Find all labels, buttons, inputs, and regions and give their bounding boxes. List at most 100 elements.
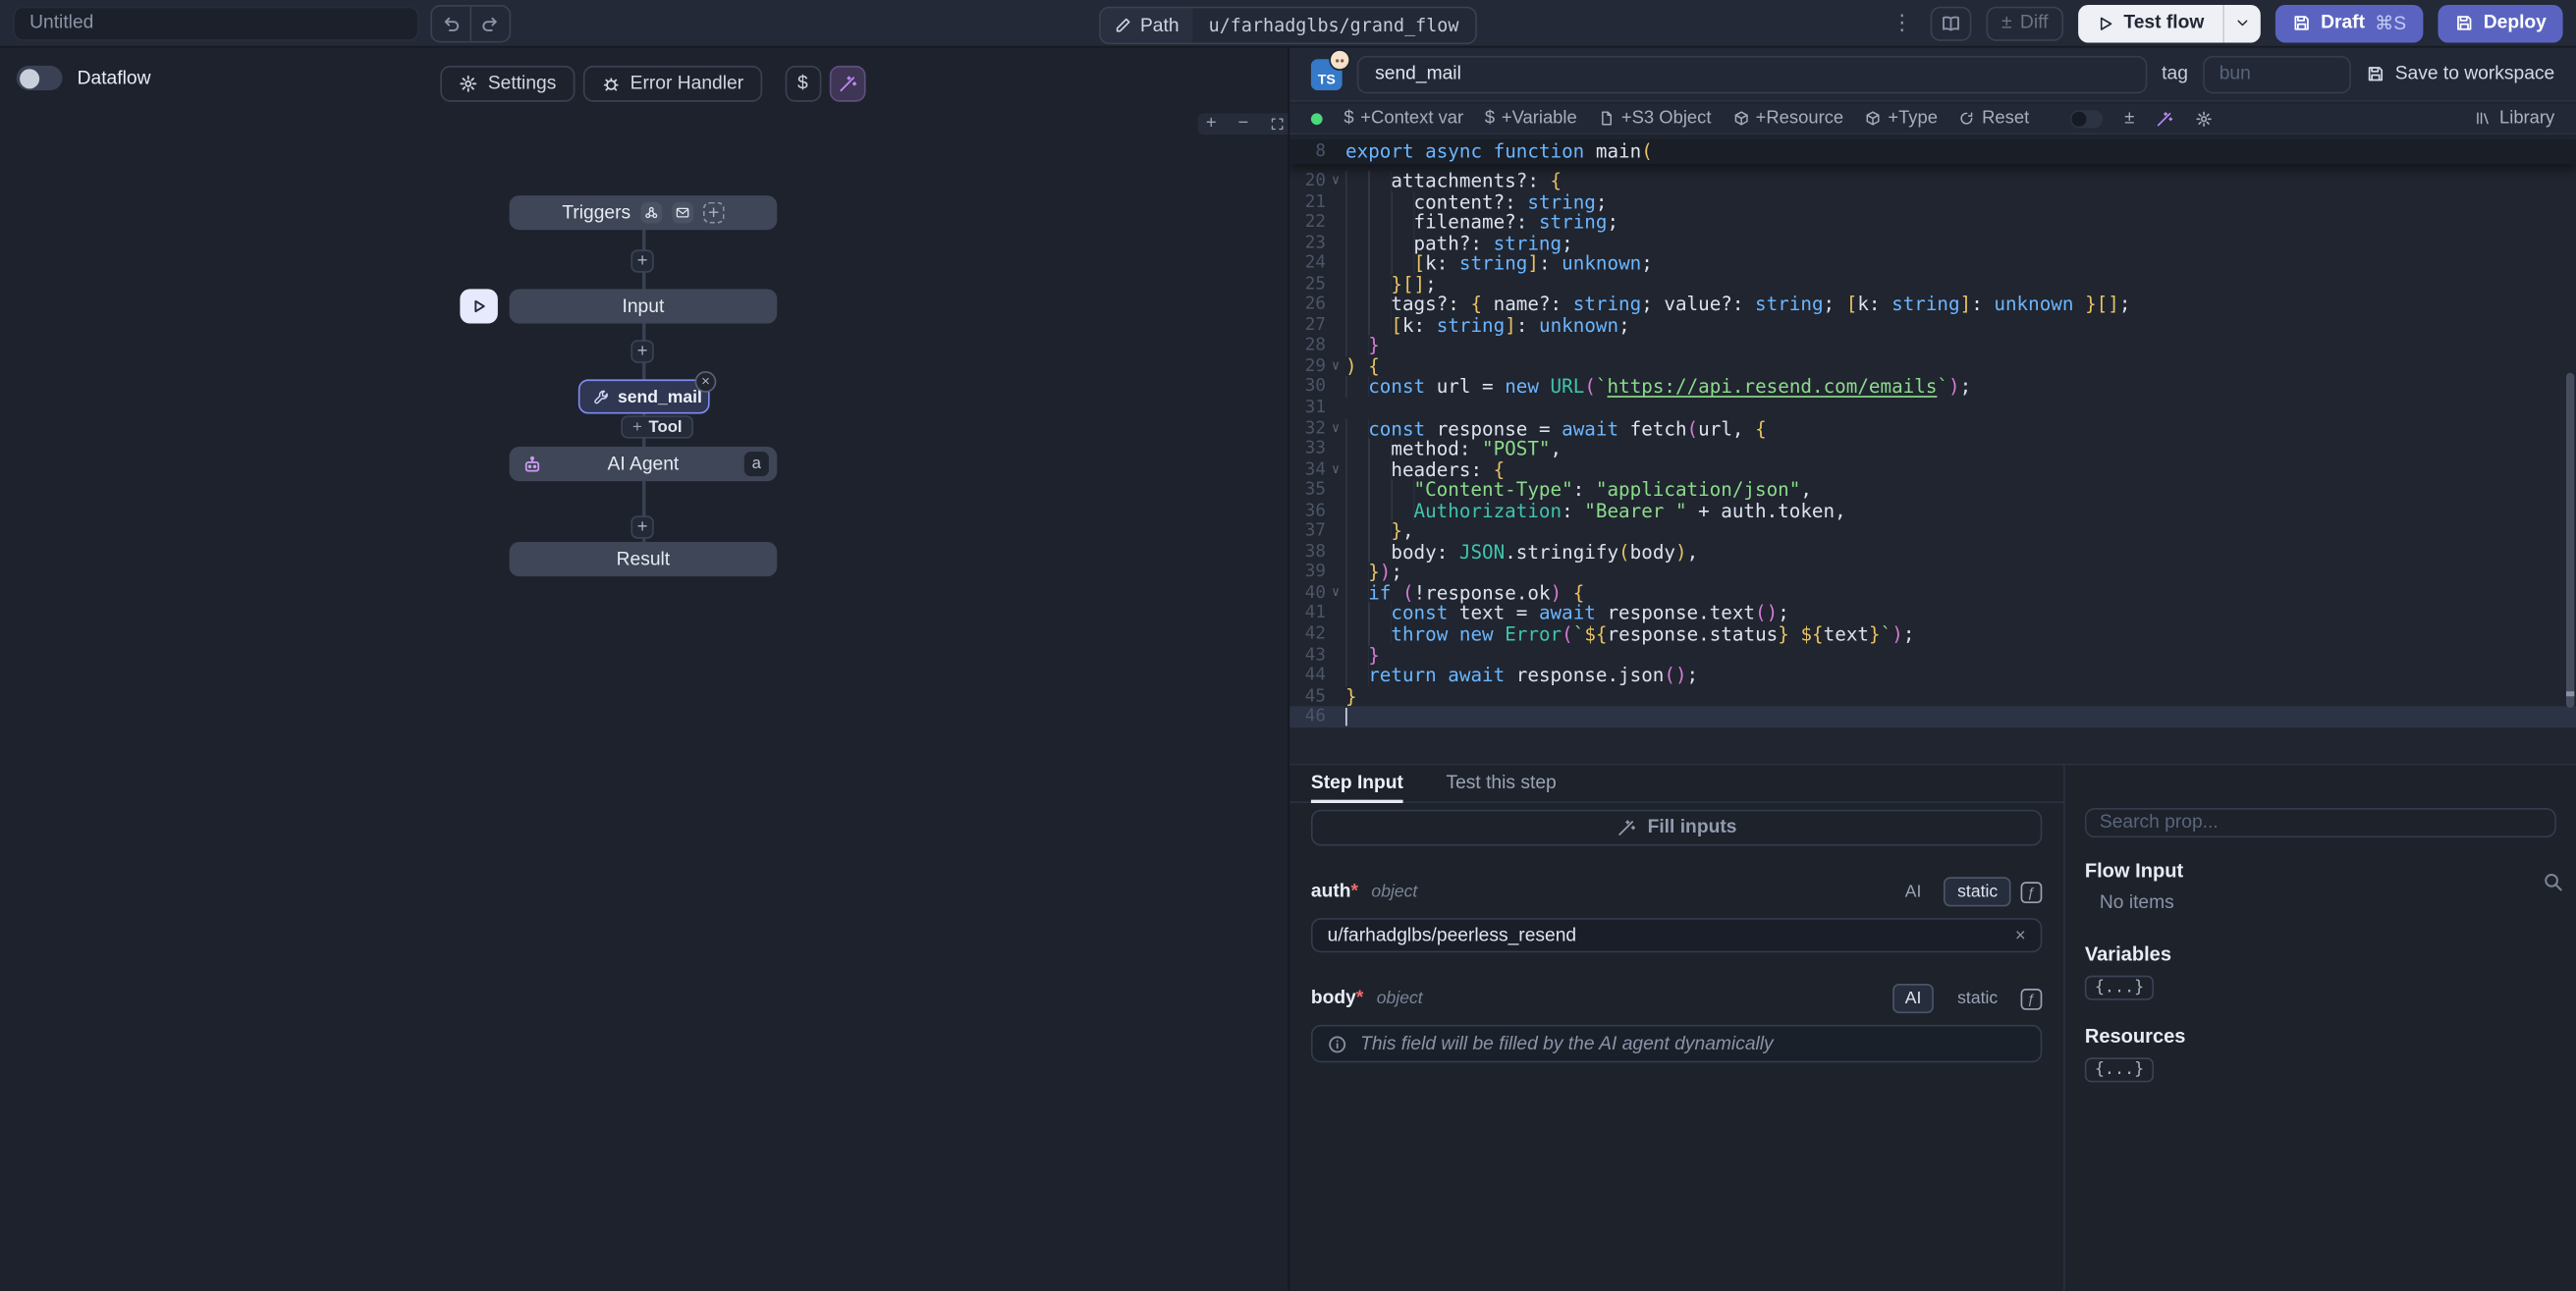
code-line[interactable]: 8export async function main( [1289,139,2576,162]
fold-chevron-icon[interactable]: ∨ [1326,418,1345,439]
input-node[interactable]: Input [510,289,778,323]
zoom-out-button[interactable]: − [1237,115,1248,133]
code-line[interactable]: 45} [1289,686,2576,707]
deploy-button[interactable]: Deploy [2438,4,2563,41]
fit-view-button[interactable] [1270,117,1285,132]
resources-object-chip[interactable]: {...} [2085,1057,2154,1082]
code-line[interactable]: 31 [1289,398,2576,418]
fill-inputs-button[interactable]: Fill inputs [1311,810,2042,846]
code-line[interactable]: 44return await response.json(); [1289,666,2576,686]
fold-chevron-icon[interactable]: ∨ [1326,583,1345,604]
variables-button[interactable]: $ [785,66,821,102]
add-s3-object-button[interactable]: +S3 Object [1598,108,1711,128]
run-flow-button[interactable] [460,289,497,323]
clear-icon[interactable]: × [2015,926,2026,945]
code-line[interactable]: 38body: JSON.stringify(body), [1289,542,2576,563]
path-chip[interactable]: Path u/farhadglbs/grand_flow [1099,7,1477,44]
error-handler-button[interactable]: Error Handler [582,66,761,102]
code-editor[interactable]: 20∨attachments?: {21content?: string;22f… [1289,136,2576,766]
code-line[interactable]: 33method: "POST", [1289,439,2576,459]
add-step-button[interactable]: + [630,515,653,538]
add-resource-button[interactable]: +Resource [1732,108,1843,128]
variables-object-chip[interactable]: {...} [2085,976,2154,1000]
diff-button[interactable]: ± Diff [1987,6,2063,40]
code-line[interactable]: 22filename?: string; [1289,212,2576,233]
docs-button[interactable] [1931,6,1972,40]
gear-icon[interactable] [2195,109,2213,127]
add-variable-button[interactable]: $ +Variable [1485,108,1577,128]
code-line[interactable]: 32∨const response = await fetch(url, { [1289,418,2576,439]
code-line[interactable]: 26tags?: { name?: string; value?: string… [1289,295,2576,315]
ai-assistant-button[interactable] [829,66,865,102]
remove-tool-button[interactable]: × [695,371,717,393]
step-name-input[interactable]: send_mail [1357,55,2147,92]
flow-name-input[interactable]: Untitled [13,6,418,40]
code-line[interactable]: 37}, [1289,521,2576,542]
code-line[interactable]: 43} [1289,645,2576,666]
auth-resource-input[interactable]: u/farhadglbs/peerless_resend × [1311,918,2042,952]
email-trigger-icon[interactable] [672,202,693,224]
test-flow-button[interactable]: Test flow [2078,4,2222,41]
code-line[interactable]: 46 [1289,707,2576,727]
code-line[interactable]: 30const url = new URL(`https://api.resen… [1289,377,2576,398]
code-line[interactable]: 21content?: string; [1289,191,2576,212]
dataflow-toggle[interactable] [17,66,63,90]
tag-input[interactable]: bun [2203,55,2351,92]
undo-button[interactable] [432,6,469,40]
code-line[interactable]: 27[k: string]: unknown; [1289,315,2576,336]
fold-chevron-icon[interactable]: ∨ [1326,356,1345,377]
plus-minus-icon[interactable]: ± [2124,108,2134,128]
code-line[interactable]: 23path?: string; [1289,233,2576,253]
tab-step-input[interactable]: Step Input [1311,766,1403,803]
code-line[interactable]: 20∨attachments?: { [1289,171,2576,191]
flow-canvas[interactable]: Dataflow Settings Error Handler $ [0,48,1288,1291]
auth-static-mode-button[interactable]: static [1945,877,2011,906]
triggers-node[interactable]: Triggers + [510,195,778,230]
test-flow-dropdown-button[interactable] [2222,4,2260,41]
zoom-in-button[interactable]: + [1206,115,1217,133]
body-static-mode-button[interactable]: static [1945,984,2011,1013]
code-line[interactable]: 34∨headers: { [1289,459,2576,480]
diff-mode-toggle[interactable] [2070,109,2103,127]
draft-button[interactable]: Draft ⌘S [2275,4,2423,41]
code-line[interactable]: 42throw new Error(`${response.status} ${… [1289,624,2576,645]
code-line[interactable]: 39}); [1289,563,2576,583]
send-mail-node[interactable]: send_mail [578,379,710,413]
code-text: [k: string]: unknown; [1345,315,2576,336]
add-step-button[interactable]: + [630,249,653,272]
code-sticky[interactable]: 8export async function main( [1289,139,2576,163]
code-line[interactable]: 35"Content-Type": "application/json", [1289,480,2576,501]
ai-agent-node[interactable]: AI Agent a [510,447,778,481]
result-node[interactable]: Result [510,542,778,576]
code-line[interactable]: 25}[]; [1289,274,2576,295]
settings-button[interactable]: Settings [440,66,574,102]
reset-button[interactable]: Reset [1959,108,2030,128]
add-context-var-button[interactable]: $ +Context var [1343,108,1463,128]
add-type-button[interactable]: +Type [1865,108,1938,128]
search-icon[interactable] [2542,871,2564,893]
tab-test-this-step[interactable]: Test this step [1446,766,1556,802]
expression-editor-icon[interactable]: ƒ [2021,881,2043,902]
add-trigger-button[interactable]: + [703,202,725,224]
code-line[interactable]: 40∨if (!response.ok) { [1289,583,2576,604]
code-line[interactable]: 24[k: string]: unknown; [1289,253,2576,274]
library-button[interactable]: Library [2475,108,2554,128]
code-line[interactable]: 41const text = await response.text(); [1289,604,2576,624]
add-step-button[interactable]: + [630,340,653,362]
editor-scrollbar[interactable] [2566,373,2574,708]
expression-editor-icon[interactable]: ƒ [2021,988,2043,1009]
code-line[interactable]: 29∨) { [1289,356,2576,377]
add-tool-button[interactable]: + Tool [621,415,693,438]
code-line[interactable]: 28} [1289,336,2576,356]
code-line[interactable]: 36Authorization: "Bearer " + auth.token, [1289,501,2576,521]
save-to-workspace-button[interactable]: Save to workspace [2366,64,2555,83]
more-menu-button[interactable]: ⋮ [1889,10,1916,36]
fold-chevron-icon[interactable]: ∨ [1326,171,1345,191]
fold-chevron-icon[interactable]: ∨ [1326,459,1345,480]
body-ai-mode-button[interactable]: AI [1891,984,1934,1013]
ai-wand-icon[interactable] [2156,109,2173,127]
auth-ai-mode-button[interactable]: AI [1891,877,1934,906]
webhook-icon[interactable] [640,202,662,224]
redo-button[interactable] [469,6,509,40]
search-prop-input[interactable]: Search prop... [2085,808,2556,837]
